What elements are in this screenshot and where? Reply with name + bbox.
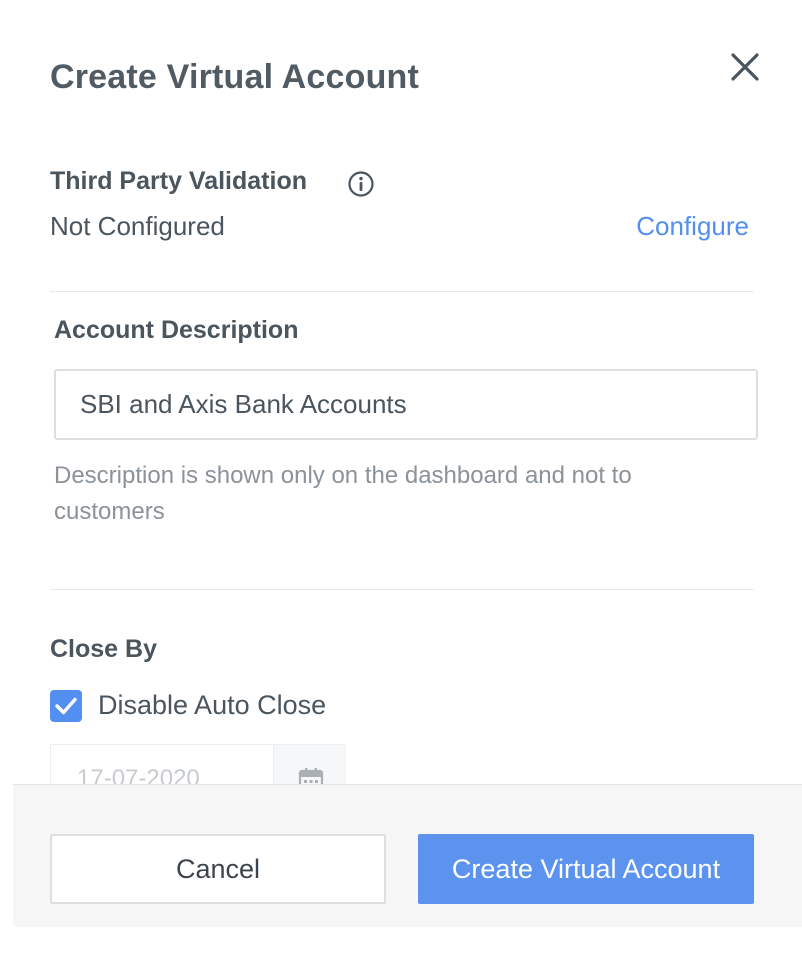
third-party-validation-label: Third Party Validation	[50, 167, 307, 195]
close-button[interactable]	[728, 50, 762, 84]
close-by-label: Close By	[50, 635, 157, 663]
info-icon[interactable]	[347, 170, 375, 198]
disable-auto-close-checkbox[interactable]	[50, 690, 82, 722]
create-virtual-account-modal: Create Virtual Account Third Party Valid…	[0, 0, 802, 956]
configure-link[interactable]: Configure	[636, 211, 749, 242]
modal-title: Create Virtual Account	[50, 58, 420, 96]
checkmark-icon	[55, 697, 77, 715]
disable-auto-close-label[interactable]: Disable Auto Close	[98, 690, 326, 721]
divider	[50, 589, 754, 590]
close-icon	[731, 53, 759, 81]
description-help-text: Description is shown only on the dashboa…	[54, 462, 632, 525]
cancel-button[interactable]: Cancel	[50, 834, 386, 904]
divider	[50, 291, 754, 292]
account-description-label: Account Description	[54, 316, 299, 344]
modal-footer: Cancel Create Virtual Account	[13, 784, 802, 927]
account-description-input[interactable]	[54, 369, 758, 440]
validation-status: Not Configured	[50, 211, 225, 241]
create-virtual-account-button[interactable]: Create Virtual Account	[418, 834, 754, 904]
